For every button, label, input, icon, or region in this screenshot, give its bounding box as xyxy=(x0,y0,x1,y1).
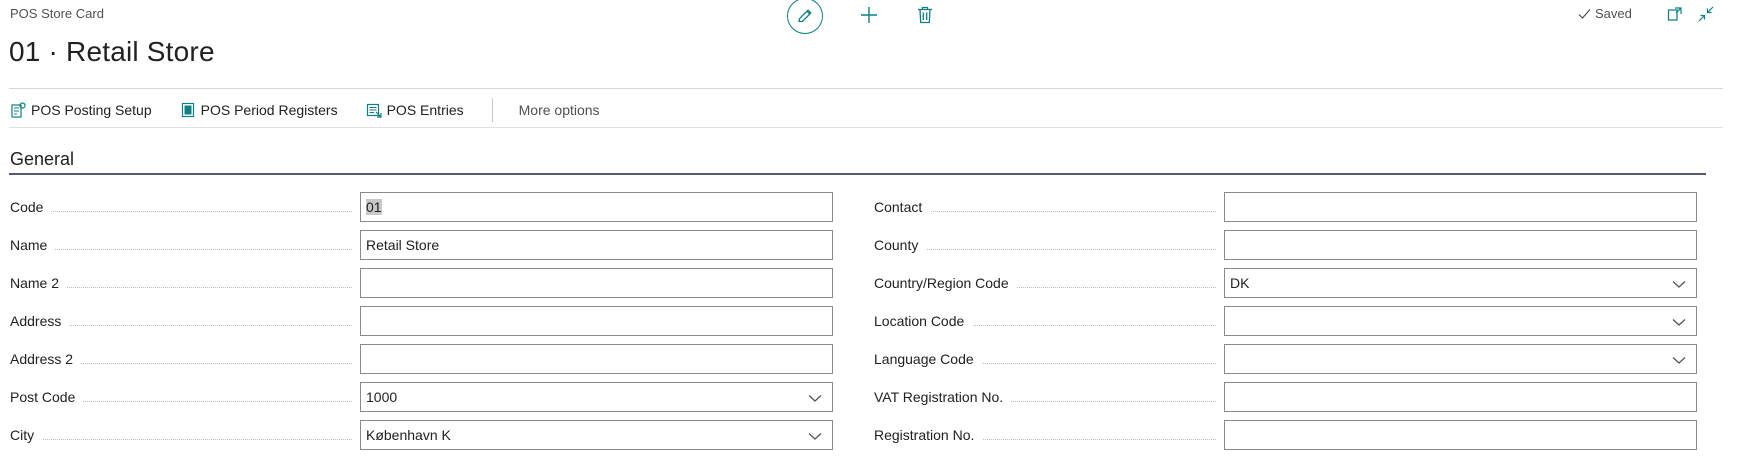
city-label: City xyxy=(10,427,360,445)
section-underline xyxy=(9,173,1706,175)
save-status: Saved xyxy=(1578,6,1632,21)
new-button[interactable] xyxy=(857,3,881,27)
open-in-new-window-icon xyxy=(1667,7,1682,21)
registration-no-label: Registration No. xyxy=(874,427,1224,445)
posting-setup-icon xyxy=(11,102,26,118)
chevron-down-icon[interactable] xyxy=(1672,353,1686,367)
name-2-field[interactable] xyxy=(360,268,833,298)
address-2-label: Address 2 xyxy=(10,351,360,369)
post-code-label: Post Code xyxy=(10,389,360,407)
pos-period-registers-label: POS Period Registers xyxy=(200,102,338,118)
pos-entries-label: POS Entries xyxy=(386,102,464,118)
page-title: 01 · Retail Store xyxy=(9,36,215,67)
code-field[interactable]: 01 xyxy=(360,192,833,222)
contact-label: Contact xyxy=(874,199,1224,217)
action-separator xyxy=(491,98,493,122)
plus-icon xyxy=(861,7,877,23)
chevron-down-icon[interactable] xyxy=(808,391,822,405)
pos-period-registers-action[interactable]: POS Period Registers xyxy=(180,102,338,118)
registration-no-field[interactable] xyxy=(1224,420,1697,450)
code-value: 01 xyxy=(366,199,382,215)
name-label: Name xyxy=(10,237,360,255)
name-value: Retail Store xyxy=(366,237,440,253)
delete-button[interactable] xyxy=(913,3,937,27)
pos-entries-action[interactable]: POS Entries xyxy=(366,102,464,118)
vat-registration-no-field[interactable] xyxy=(1224,382,1697,412)
country-region-code-field[interactable]: DK xyxy=(1224,268,1697,298)
more-options-button[interactable]: More options xyxy=(519,102,600,118)
county-label: County xyxy=(874,237,1224,255)
action-bar: POS Posting Setup POS Period Registers P… xyxy=(10,98,600,122)
section-title-general[interactable]: General xyxy=(10,149,74,170)
name-2-label: Name 2 xyxy=(10,275,360,293)
chevron-down-icon[interactable] xyxy=(808,429,822,443)
country-region-code-label: Country/Region Code xyxy=(874,275,1224,293)
edit-button[interactable] xyxy=(787,0,823,34)
post-code-field[interactable]: 1000 xyxy=(360,382,833,412)
pencil-icon xyxy=(798,9,812,23)
pos-posting-setup-label: POS Posting Setup xyxy=(31,102,152,118)
location-code-label: Location Code xyxy=(874,313,1224,331)
collapse-icon xyxy=(1698,6,1714,22)
location-code-field[interactable] xyxy=(1224,306,1697,336)
post-code-value: 1000 xyxy=(366,389,398,405)
page-caption: POS Store Card xyxy=(10,6,104,21)
pos-store-card-page: POS Store Card 01 · Retail Store Saved P… xyxy=(0,0,1742,473)
address-2-field[interactable] xyxy=(360,344,833,374)
code-label: Code xyxy=(10,199,360,217)
name-field[interactable]: Retail Store xyxy=(360,230,833,260)
check-icon xyxy=(1578,8,1591,19)
chevron-down-icon[interactable] xyxy=(1672,277,1686,291)
header-divider xyxy=(9,88,1723,89)
register-icon xyxy=(181,102,194,118)
pos-posting-setup-action[interactable]: POS Posting Setup xyxy=(10,102,152,118)
language-code-field[interactable] xyxy=(1224,344,1697,374)
chevron-down-icon[interactable] xyxy=(1672,315,1686,329)
address-field[interactable] xyxy=(360,306,833,336)
save-status-text: Saved xyxy=(1595,6,1632,21)
city-value: København K xyxy=(366,427,451,443)
country-region-code-value: DK xyxy=(1230,275,1250,291)
action-bar-divider xyxy=(9,127,1723,128)
city-field[interactable]: København K xyxy=(360,420,833,450)
open-in-new-window-button[interactable] xyxy=(1665,4,1685,24)
trash-icon xyxy=(918,6,932,24)
collapse-button[interactable] xyxy=(1696,4,1716,24)
vat-registration-no-label: VAT Registration No. xyxy=(874,389,1224,407)
language-code-label: Language Code xyxy=(874,351,1224,369)
contact-field[interactable] xyxy=(1224,192,1697,222)
county-field[interactable] xyxy=(1224,230,1697,260)
entries-icon xyxy=(366,103,382,118)
address-label: Address xyxy=(10,313,360,331)
